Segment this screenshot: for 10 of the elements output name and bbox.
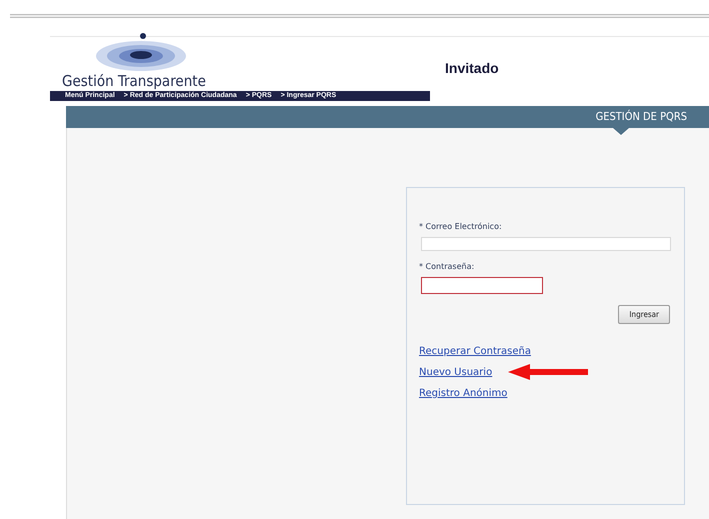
link[interactable]: Registro Anónimo: [419, 388, 508, 398]
user-name: Invitado: [445, 60, 499, 76]
submit-button[interactable]: Ingresar: [618, 305, 670, 324]
link[interactable]: Recuperar Contraseña: [419, 346, 531, 356]
field-label: * Correo Electrónico:: [419, 222, 503, 231]
brand-title: Gestión Transparente: [62, 72, 206, 90]
input-field[interactable]: [421, 277, 543, 294]
link[interactable]: Nuevo Usuario: [419, 366, 492, 378]
field-label: * Contraseña:: [419, 262, 476, 271]
section-title: GESTIÓN DE PQRS: [596, 110, 687, 124]
